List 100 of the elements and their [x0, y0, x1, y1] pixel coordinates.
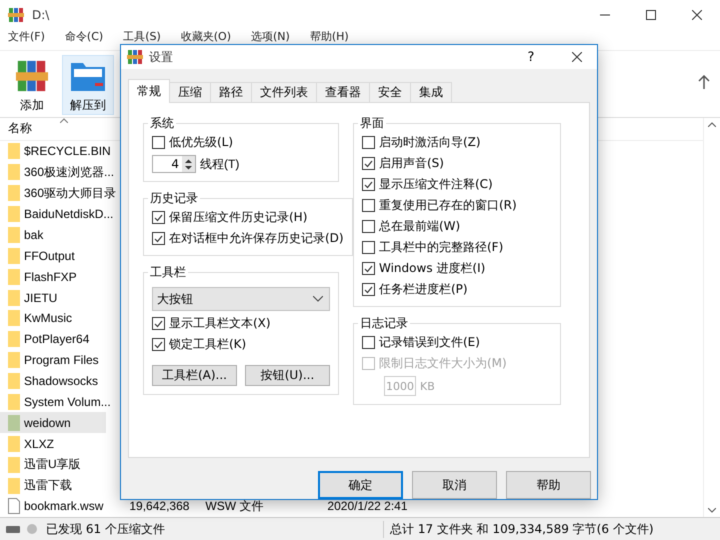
scroll-down-icon[interactable]: [708, 508, 716, 513]
status-text: 已发现 61 个压缩文件: [46, 520, 165, 538]
file-row[interactable]: FlashFXP: [0, 266, 106, 288]
help-button[interactable]: ?: [511, 48, 551, 66]
folder-icon: [8, 394, 20, 410]
checkbox[interactable]: [152, 232, 165, 245]
folder-icon: [8, 373, 20, 390]
checkbox[interactable]: [152, 211, 165, 224]
folder-icon: [8, 436, 20, 452]
file-row[interactable]: KwMusic: [0, 308, 106, 329]
checkbox-label: 限制日志文件大小为(M): [379, 355, 507, 372]
file-row[interactable]: Program Files: [0, 350, 106, 371]
file-row[interactable]: JIETU: [0, 287, 106, 308]
file-name: 360极速浏览器...: [24, 164, 114, 181]
menu-item[interactable]: 文件(F): [8, 31, 45, 43]
file-name: System Volum...: [24, 395, 111, 410]
file-row[interactable]: bookmark.wsw 19,642,368 WSW 文件 2020/1/22 2:41: [0, 496, 704, 517]
checkbox[interactable]: [362, 199, 375, 212]
folder-icon: [8, 456, 20, 473]
checkbox[interactable]: [362, 336, 375, 349]
field-label: 线程(T): [200, 156, 240, 172]
minimize-icon[interactable]: [600, 14, 610, 16]
file-name: $RECYCLE.BIN: [24, 144, 111, 158]
file-type: WSW 文件: [205, 498, 264, 515]
checkbox-label: 记录错误到文件(E): [379, 334, 480, 351]
dialog-title: 设置: [149, 48, 173, 66]
file-row[interactable]: 360驱动大师目录: [0, 182, 118, 204]
file-row[interactable]: System Volum...: [0, 392, 113, 412]
checkmark-icon: [364, 264, 373, 272]
file-name: BaiduNetdiskD...: [24, 207, 114, 221]
close-icon[interactable]: [692, 10, 702, 20]
checkbox[interactable]: [152, 136, 165, 149]
checkbox[interactable]: [362, 262, 375, 275]
dialog-button[interactable]: 帮助: [506, 471, 591, 499]
menu-item[interactable]: 收藏夹(O): [180, 31, 232, 43]
folder-icon: [8, 226, 20, 243]
checkbox-label: 启动时激活向导(Z): [379, 134, 481, 151]
file-name: 360驱动大师目录: [24, 184, 116, 202]
checkbox[interactable]: [362, 241, 375, 254]
folder-icon: [8, 331, 20, 348]
button[interactable]: 按钮(U)...: [245, 365, 330, 386]
checkbox[interactable]: [152, 338, 165, 351]
menu-item[interactable]: 命令(C): [64, 31, 104, 43]
tab[interactable]: 常规: [128, 79, 170, 103]
folder-icon: [8, 478, 20, 494]
file-icon: [8, 498, 20, 514]
dialog-button[interactable]: 取消: [412, 471, 497, 499]
file-row[interactable]: 迅雷下载: [0, 475, 106, 496]
file-row[interactable]: 360极速浏览器...: [0, 162, 116, 183]
file-name: XLXZ: [24, 436, 54, 451]
checkbox-label: 重复使用已存在的窗口(R): [379, 197, 517, 214]
menu-item[interactable]: 工具(S): [123, 31, 161, 43]
checkmark-icon: [364, 160, 373, 168]
checkbox-label: Windows 进度栏(I): [379, 260, 486, 277]
file-size: 19,642,368: [129, 499, 190, 514]
checkmark-icon: [364, 286, 373, 294]
file-row[interactable]: BaiduNetdiskD...: [0, 204, 116, 224]
maximize-icon[interactable]: [646, 10, 656, 20]
group-title: 历史记录: [149, 190, 199, 207]
checkmark-icon: [364, 180, 373, 188]
file-name: JIETU: [24, 290, 58, 305]
file-row[interactable]: 迅雷U享版: [0, 454, 106, 476]
window-title: D:\: [32, 8, 50, 22]
checkmark-icon: [154, 234, 163, 242]
file-row[interactable]: Shadowsocks: [0, 370, 106, 392]
group-title: 日志记录: [359, 315, 409, 332]
group-title: 工具栏: [149, 264, 187, 281]
checkbox[interactable]: [362, 157, 375, 170]
folder-icon: [8, 290, 20, 306]
checkbox-label: 在对话框中允许保存历史记录(D): [169, 230, 344, 247]
file-row[interactable]: weidown: [0, 412, 106, 434]
checkbox[interactable]: [362, 220, 375, 233]
file-row[interactable]: XLXZ: [0, 433, 106, 454]
unit-label: KB: [420, 380, 435, 392]
toolbar-button[interactable]: 添加: [6, 55, 58, 115]
file-row[interactable]: FFOutput: [0, 245, 106, 266]
menu-item[interactable]: 选项(N): [251, 31, 290, 43]
menu-item[interactable]: 帮助(H): [310, 31, 349, 43]
close-icon[interactable]: [572, 52, 582, 62]
file-row[interactable]: PotPlayer64: [0, 328, 106, 350]
dropdown[interactable]: 大按钮: [152, 287, 330, 311]
folder-icon: [8, 414, 20, 431]
toolbar-button[interactable]: 解压到: [62, 55, 114, 115]
file-name: FlashFXP: [24, 270, 77, 284]
checkbox[interactable]: [362, 178, 375, 191]
checkbox[interactable]: [362, 283, 375, 296]
file-row[interactable]: $RECYCLE.BIN: [0, 140, 113, 162]
sort-caret-icon: [60, 118, 68, 123]
folder-icon: [8, 164, 20, 180]
checkbox[interactable]: [152, 317, 165, 330]
scroll-up-icon[interactable]: [708, 122, 716, 127]
folder-icon: [8, 268, 20, 285]
checkbox-label: 总在最前端(W): [379, 218, 460, 235]
dialog-button[interactable]: 确定: [318, 471, 403, 499]
checkbox-label: 任务栏进度栏(P): [379, 281, 468, 298]
file-row[interactable]: bak: [0, 224, 106, 246]
tab[interactable]: 集成: [410, 82, 452, 103]
column-header[interactable]: 名称: [8, 120, 32, 138]
checkbox[interactable]: [362, 136, 375, 149]
button[interactable]: 工具栏(A)...: [152, 365, 237, 386]
